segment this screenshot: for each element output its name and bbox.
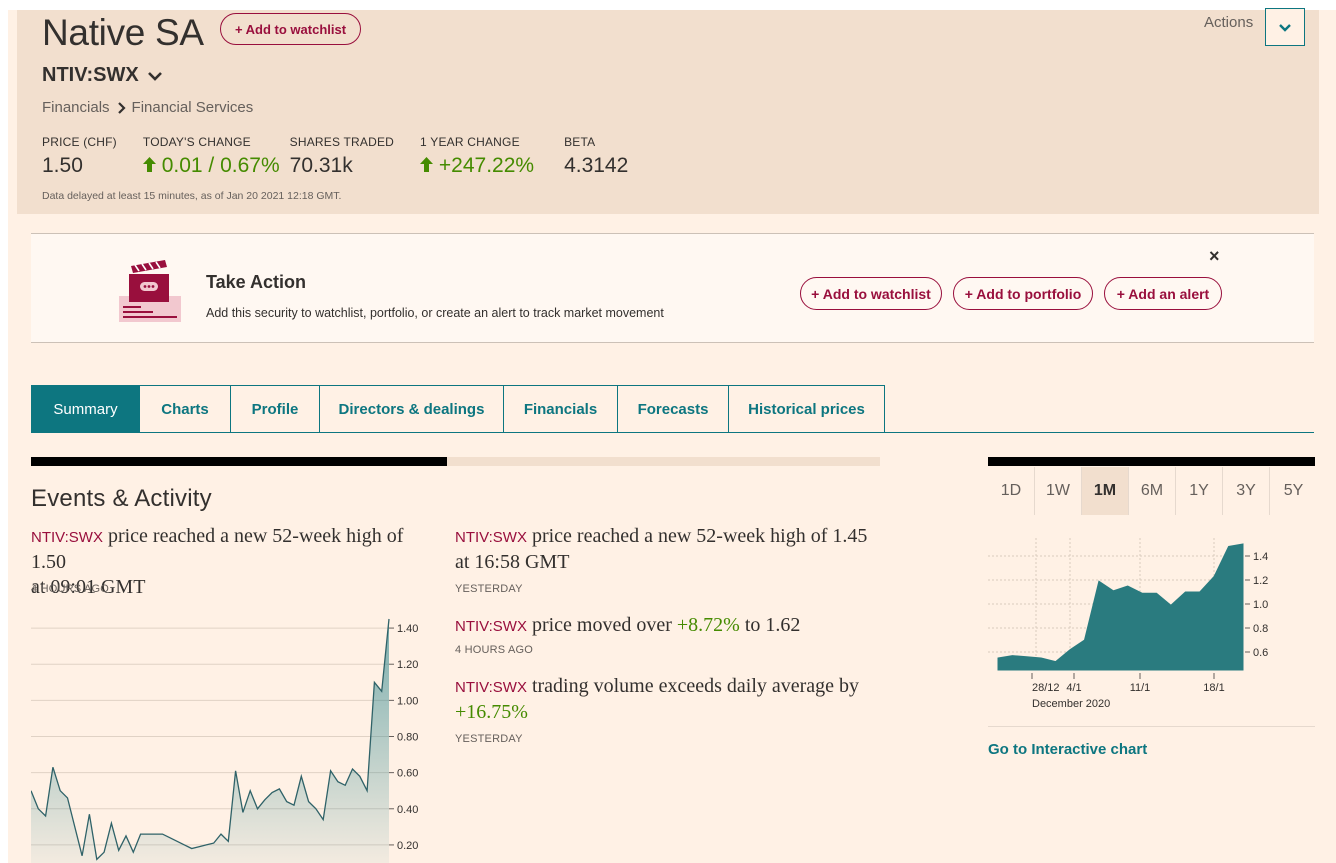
y-tick-label: 1.2 — [1253, 575, 1268, 587]
ticker-selector[interactable]: NTIV:SWX — [42, 64, 163, 87]
x-tick-label: 18/1 — [1203, 682, 1224, 694]
security-tabs: Summary Charts Profile Directors & deali… — [31, 385, 885, 433]
event-item[interactable]: NTIV:SWX price moved over +8.72% to 1.62 — [455, 613, 875, 639]
stat-todays-change: TODAY'S CHANGE 0.01 / 0.67% — [142, 135, 280, 177]
tab-profile[interactable]: Profile — [231, 385, 320, 433]
event-ticker[interactable]: NTIV:SWX — [455, 529, 527, 546]
range-1w[interactable]: 1W — [1035, 467, 1082, 515]
breadcrumb-industry[interactable]: Financial Services — [132, 99, 254, 116]
actions-dropdown-button[interactable] — [1265, 8, 1305, 46]
event-time: 4 HOURS AGO — [455, 644, 533, 656]
event-ticker[interactable]: NTIV:SWX — [455, 618, 527, 635]
arrow-up-icon — [420, 157, 434, 172]
actions-label[interactable]: Actions — [1204, 14, 1253, 31]
y-tick-label: 0.80 — [397, 732, 418, 744]
y-tick-label: 0.40 — [397, 804, 418, 816]
add-to-watchlist-button[interactable]: + Add to watchlist — [800, 277, 942, 310]
events-title: Events & Activity — [31, 485, 212, 512]
event-item[interactable]: NTIV:SWX price reached a new 52-week hig… — [455, 524, 875, 575]
y-tick-label: 1.0 — [1253, 599, 1268, 611]
tab-summary[interactable]: Summary — [31, 385, 140, 433]
data-delay-note: Data delayed at least 15 minutes, as of … — [42, 190, 342, 202]
arrow-up-icon — [142, 157, 156, 172]
y-tick-label: 0.8 — [1253, 623, 1268, 635]
x-tick-label: 4/1 — [1066, 682, 1081, 694]
price-area — [31, 619, 389, 863]
chart-section-rule — [988, 457, 1315, 466]
chevron-down-icon — [1279, 23, 1291, 32]
stat-shares-traded: SHARES TRADED 70.31k — [289, 135, 395, 177]
close-icon[interactable]: × — [1209, 246, 1220, 267]
header-add-to-watchlist-button[interactable]: + Add to watchlist — [220, 13, 361, 45]
y-tick-label: 0.20 — [397, 840, 418, 852]
page-top-edge — [0, 0, 1336, 10]
intraday-price-chart: 1.40 1.20 1.00 0.80 0.60 0.40 0.20 — [31, 618, 418, 863]
event-time: 4 HOURS AGO — [31, 583, 109, 595]
tab-financials[interactable]: Financials — [504, 385, 618, 433]
tabs-underline — [884, 432, 1314, 433]
add-an-alert-button[interactable]: + Add an alert — [1104, 277, 1222, 310]
event-time: YESTERDAY — [455, 583, 523, 595]
breadcrumb: Financials Financial Services — [42, 99, 253, 116]
range-1d[interactable]: 1D — [988, 467, 1035, 515]
one-month-price-chart: 1.4 1.2 1.0 0.8 0.6 28/12 4/1 11/1 18/1 December … — [988, 538, 1268, 710]
page-title: Native SA — [42, 12, 204, 53]
x-sublabel: December 2020 — [1032, 698, 1110, 710]
event-ticker[interactable]: NTIV:SWX — [31, 529, 103, 546]
add-to-portfolio-button[interactable]: + Add to portfolio — [953, 277, 1093, 310]
section-rule — [31, 457, 447, 466]
event-ticker[interactable]: NTIV:SWX — [455, 679, 527, 696]
tab-historical-prices[interactable]: Historical prices — [729, 385, 885, 433]
stat-price: PRICE (CHF) 1.50 — [42, 135, 117, 177]
quote-stats: PRICE (CHF) 1.50 TODAY'S CHANGE 0.01 / 0… — [42, 135, 654, 178]
y-tick-label: 1.00 — [397, 695, 418, 707]
take-action-description: Add this security to watchlist, portfoli… — [206, 306, 664, 320]
y-tick-label: 0.60 — [397, 768, 418, 780]
y-tick-label: 1.40 — [397, 623, 418, 635]
breadcrumb-sector[interactable]: Financials — [42, 99, 110, 116]
chevron-right-icon — [117, 101, 126, 114]
security-header: Native SA + Add to watchlist NTIV:SWX Fi… — [17, 8, 1319, 214]
tab-forecasts[interactable]: Forecasts — [618, 385, 729, 433]
price-area — [997, 543, 1244, 671]
range-5y[interactable]: 5Y — [1270, 467, 1317, 515]
go-to-interactive-chart-link[interactable]: Go to Interactive chart — [988, 741, 1147, 758]
page-left-edge — [0, 0, 8, 863]
y-tick-label: 1.20 — [397, 659, 418, 671]
range-3y[interactable]: 3Y — [1223, 467, 1270, 515]
chevron-down-icon — [147, 71, 162, 81]
stat-1-year-change: 1 YEAR CHANGE +247.22% — [420, 135, 535, 177]
x-tick-label: 11/1 — [1130, 682, 1151, 694]
stat-beta: BETA 4.3142 — [564, 135, 629, 177]
y-tick-label: 0.6 — [1253, 647, 1268, 659]
range-1y[interactable]: 1Y — [1176, 467, 1223, 515]
take-action-banner: Take Action Add this security to watchli… — [31, 233, 1314, 343]
section-rule-light — [447, 457, 880, 466]
alert-clapper-icon — [119, 260, 181, 322]
time-range-selector: 1D 1W 1M 6M 1Y 3Y 5Y — [988, 467, 1317, 515]
event-item[interactable]: NTIV:SWX trading volume exceeds daily av… — [455, 674, 875, 725]
y-tick-label: 1.4 — [1253, 551, 1268, 563]
range-1m[interactable]: 1M — [1082, 467, 1129, 515]
ticker-symbol: NTIV:SWX — [42, 64, 139, 86]
tab-charts[interactable]: Charts — [140, 385, 231, 433]
range-6m[interactable]: 6M — [1129, 467, 1176, 515]
take-action-title: Take Action — [206, 272, 307, 292]
x-tick-label: 28/12 — [1032, 682, 1060, 694]
event-time: YESTERDAY — [455, 733, 523, 745]
tab-directors-dealings[interactable]: Directors & dealings — [320, 385, 504, 433]
chart-divider — [988, 726, 1315, 727]
